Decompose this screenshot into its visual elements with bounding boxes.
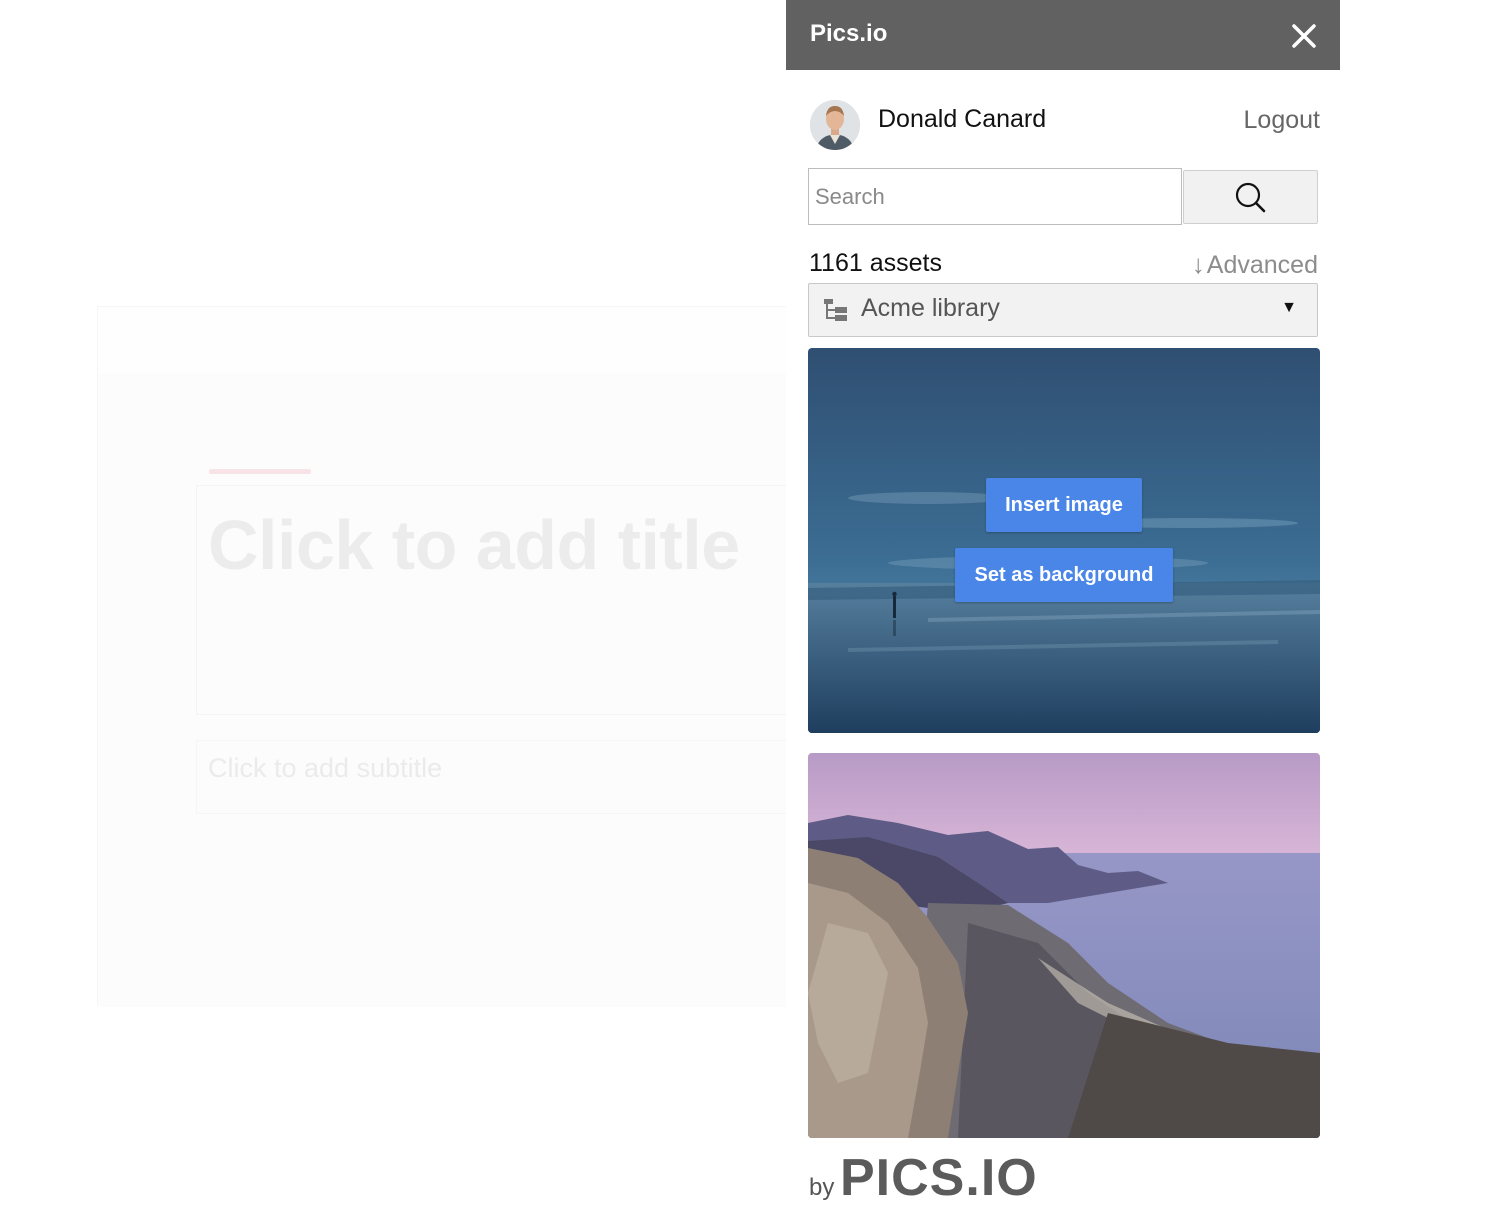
pics-io-panel: Pics.io Donald Canard Logout Search 1161… [786,0,1340,1230]
assets-count: 1161 assets [809,249,942,277]
panel-header: Pics.io [786,0,1340,70]
user-name: Donald Canard [878,105,1047,133]
advanced-label: Advanced [1206,251,1318,279]
library-select[interactable]: Acme library ▼ [808,283,1318,337]
search-input[interactable] [808,168,1182,225]
tree-icon [824,299,847,321]
search-button[interactable] [1183,170,1318,224]
slide-canvas: Click to add title Click to add subtitle [97,306,798,1007]
library-name: Acme library [861,294,1000,322]
panel-title: Pics.io [810,20,888,47]
avatar [810,100,860,150]
close-icon [1292,24,1316,48]
search-icon [1235,182,1266,213]
close-button[interactable] [1288,20,1320,52]
set-as-background-button[interactable]: Set as background [955,548,1173,602]
asset-thumbnail[interactable]: Insert image Set as background [808,348,1320,733]
title-placeholder[interactable]: Click to add title [208,505,740,585]
assets-row: 1161 assets ↓Advanced [808,249,1318,281]
advanced-search-toggle[interactable]: ↓Advanced [1192,249,1318,280]
footer-branding: by PICS.IO [808,1148,1068,1208]
by-label: by [809,1174,835,1201]
subtitle-placeholder[interactable]: Click to add subtitle [208,753,442,784]
coast-image [808,753,1320,1138]
logout-link[interactable]: Logout [1244,106,1320,135]
beach-image [808,348,1320,733]
asset-thumbnail[interactable] [808,753,1320,1138]
slide-accent-line [209,469,311,474]
user-row: Donald Canard Logout [808,98,1320,154]
chevron-down-icon: ▼ [1281,299,1297,316]
insert-image-button[interactable]: Insert image [986,478,1142,532]
arrow-down-icon: ↓ [1191,249,1205,279]
pics-io-logo: PICS.IO [840,1149,1038,1207]
